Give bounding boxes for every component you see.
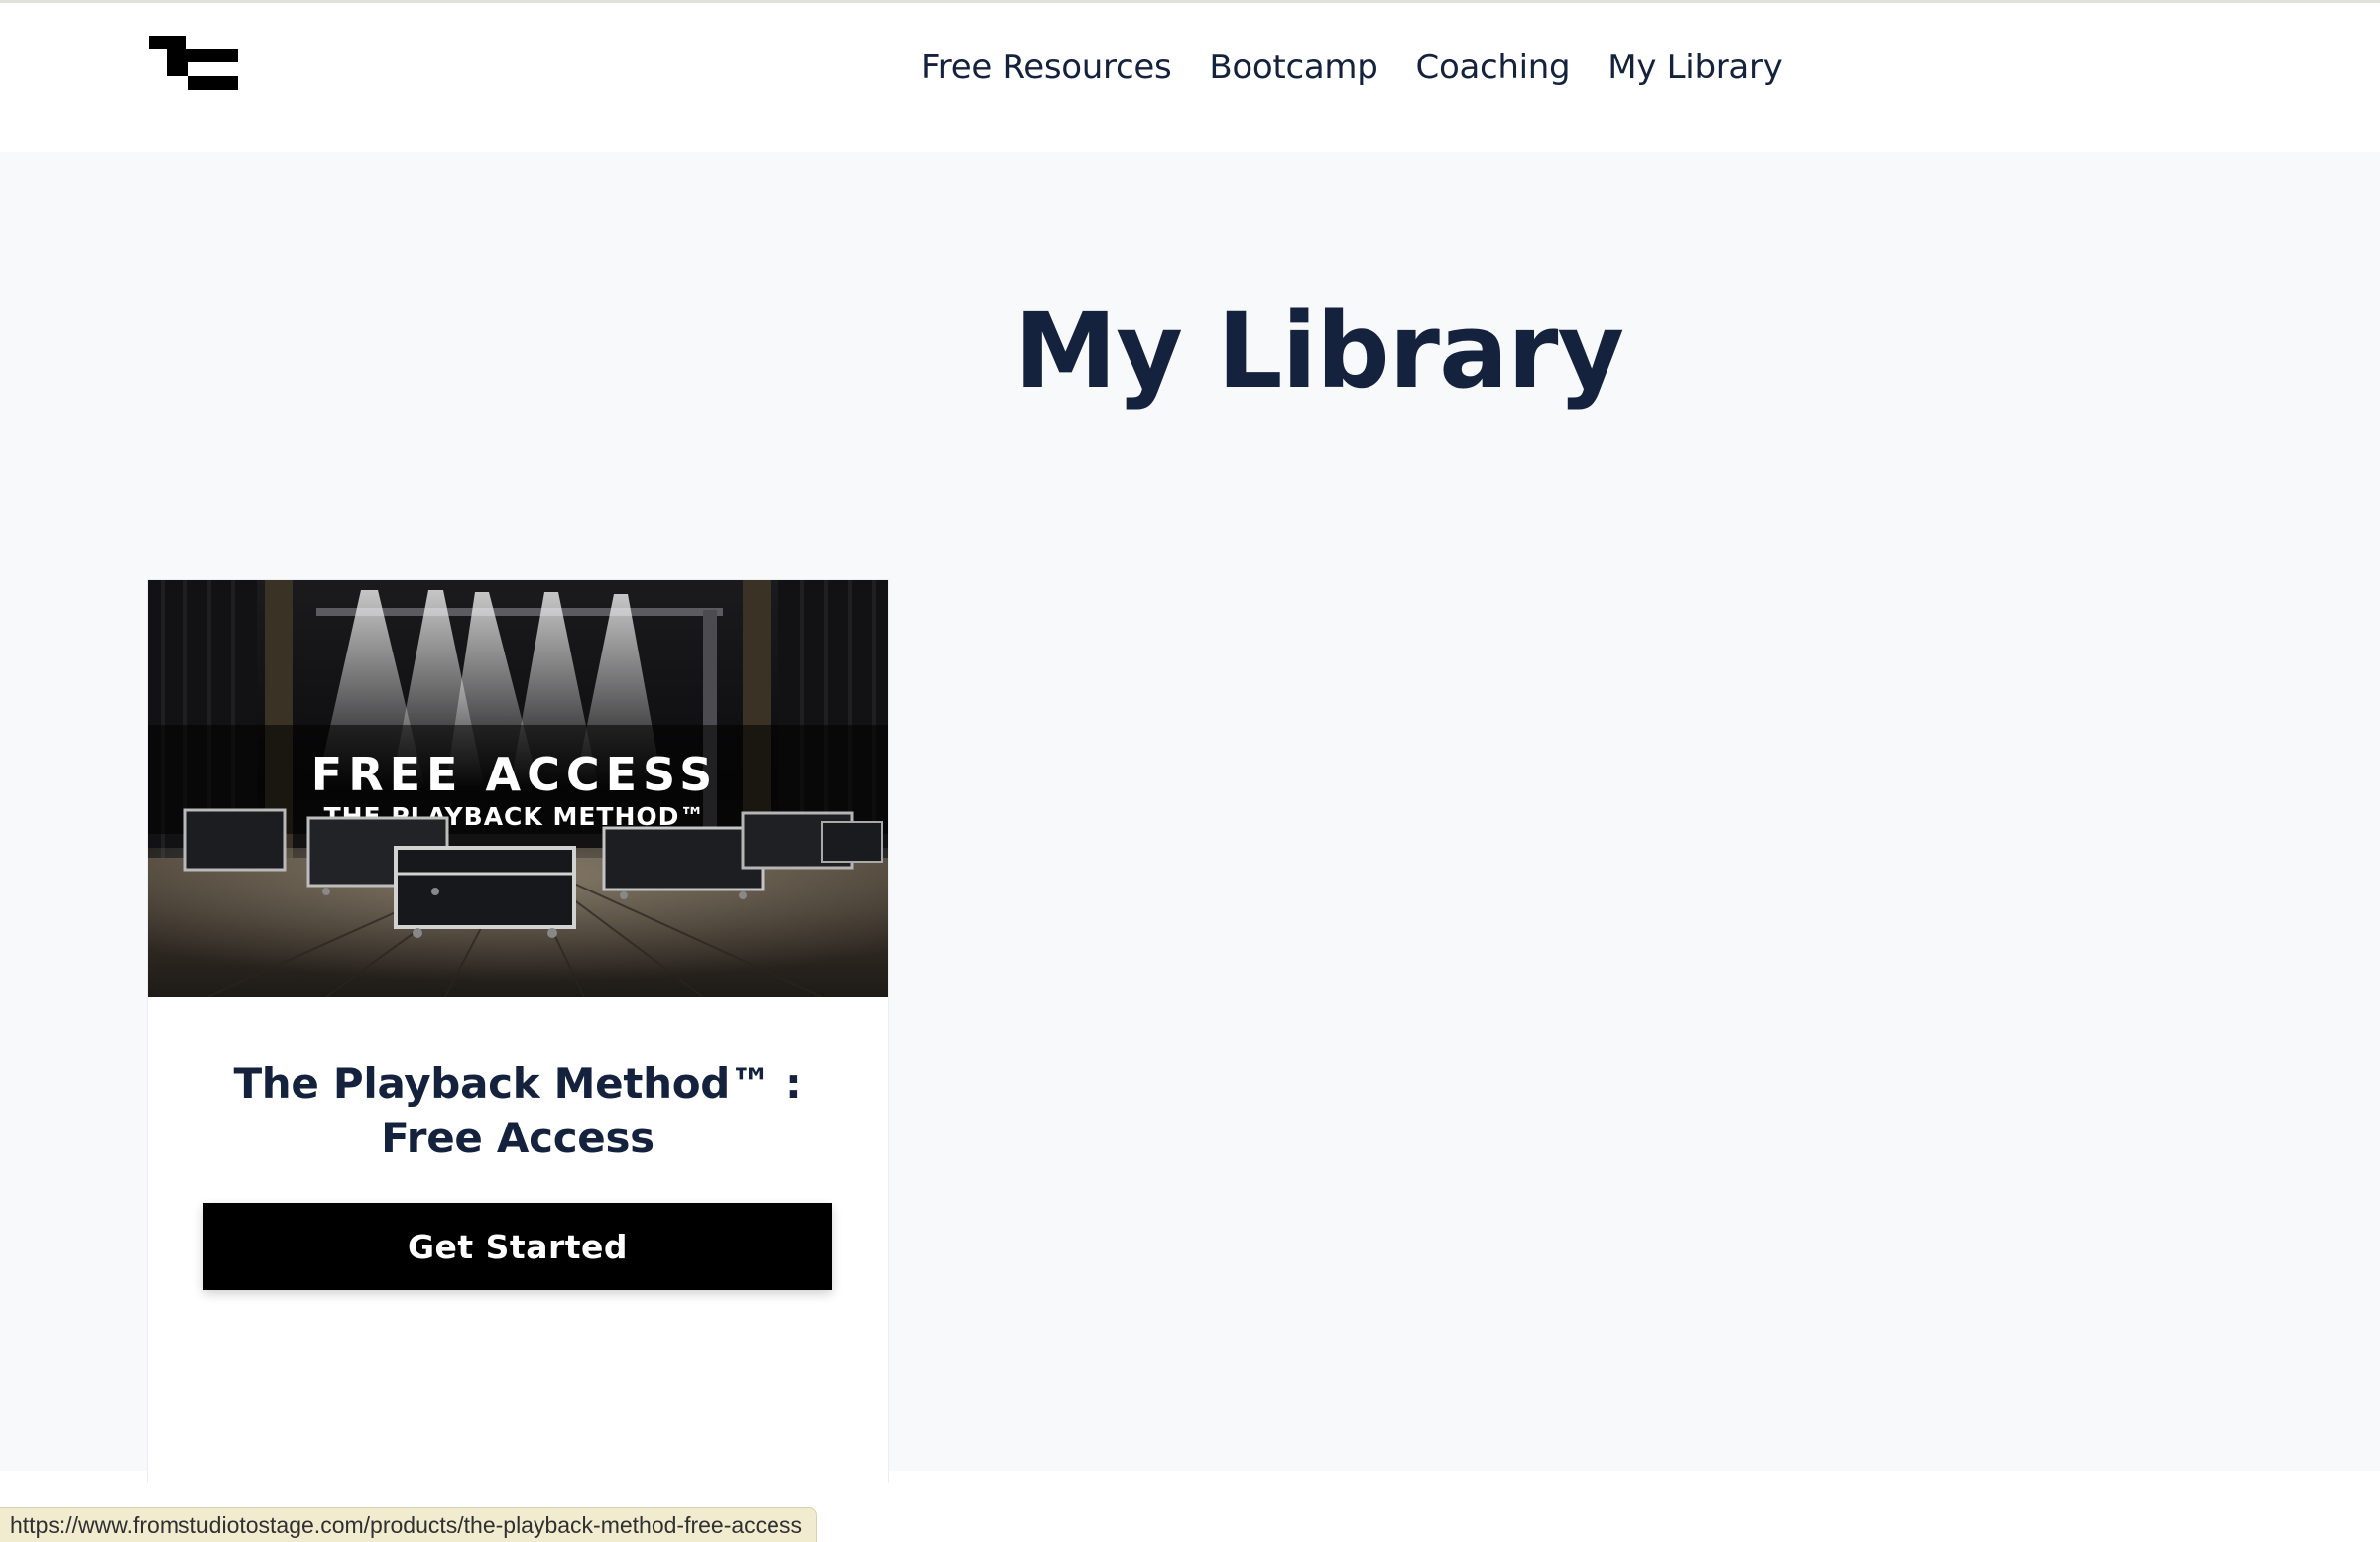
product-card[interactable]: FREE ACCESS THE PLAYBACK METHOD™ The Pla… — [147, 579, 889, 1483]
product-image[interactable]: FREE ACCESS THE PLAYBACK METHOD™ — [148, 580, 888, 997]
main-content: My Library FREE ACCESS THE PLAYBACK METH… — [0, 152, 2380, 1483]
bars-logo-icon[interactable] — [149, 36, 238, 93]
page-title: My Library — [1013, 291, 1624, 412]
site-header: Free Resources Bootcamp Coaching My Libr… — [0, 3, 2380, 152]
status-bar-url: https://www.fromstudiotostage.com/produc… — [0, 1507, 817, 1542]
nav-my-library[interactable]: My Library — [1607, 48, 1782, 87]
product-title-line2: Free Access — [381, 1114, 654, 1162]
nav-bootcamp[interactable]: Bootcamp — [1209, 48, 1377, 87]
product-title-line1: The Playback Method™ : — [233, 1059, 802, 1108]
nav-coaching[interactable]: Coaching — [1416, 48, 1571, 87]
image-text-line1: FREE ACCESS — [311, 748, 718, 801]
main-nav: Free Resources Bootcamp Coaching My Libr… — [921, 43, 1783, 92]
get-started-button[interactable]: Get Started — [203, 1203, 832, 1290]
product-title[interactable]: The Playback Method™ : Free Access — [148, 1056, 888, 1165]
nav-free-resources[interactable]: Free Resources — [921, 48, 1172, 87]
